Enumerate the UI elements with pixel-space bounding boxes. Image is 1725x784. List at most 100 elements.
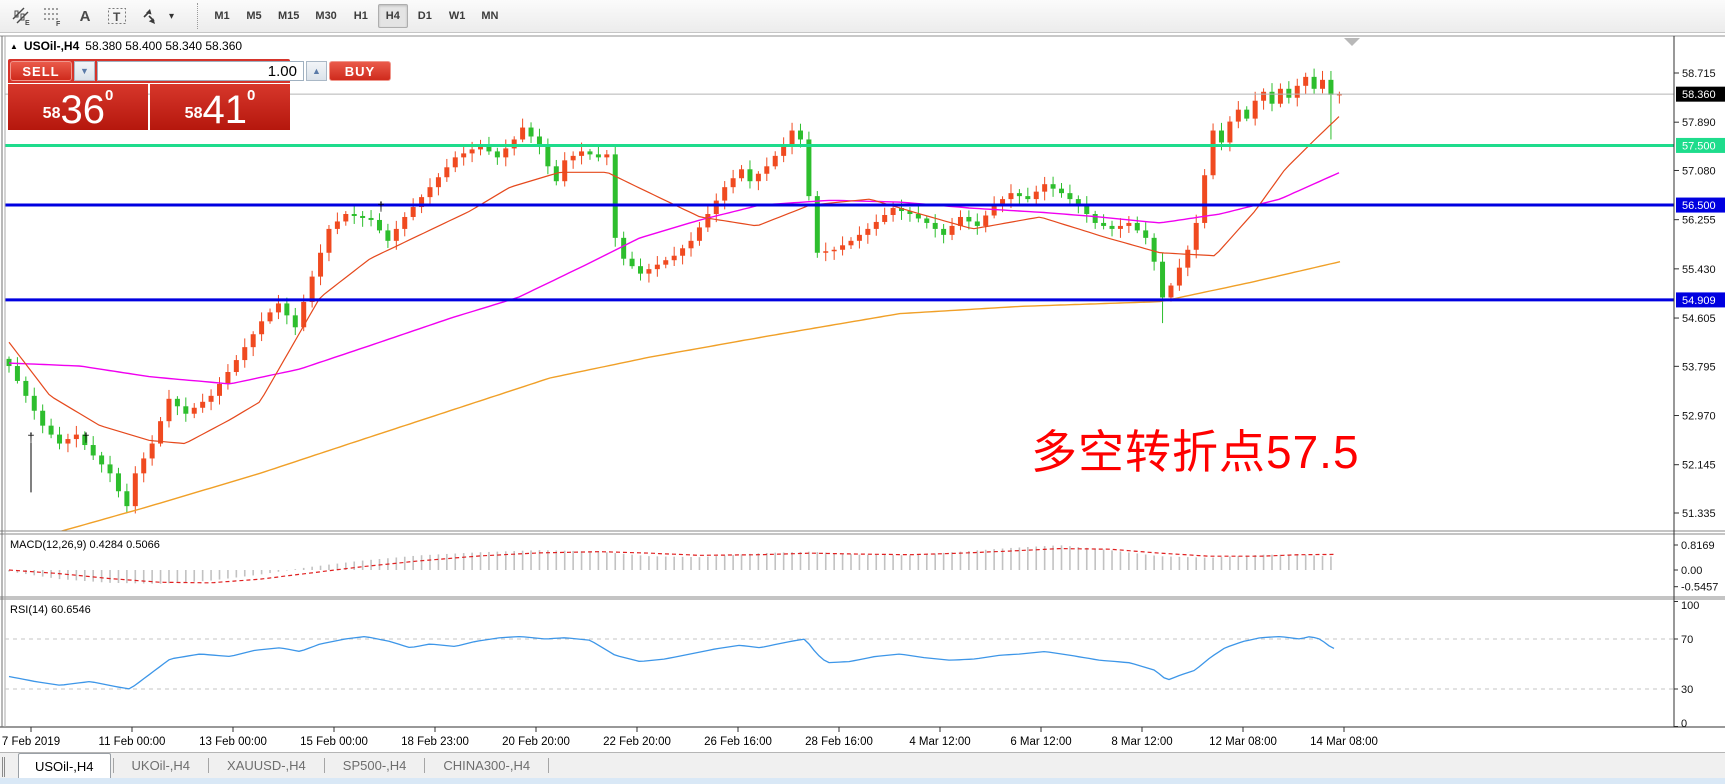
timeframe-m5[interactable]: M5: [239, 4, 269, 28]
tab-scroll-marks[interactable]: [2, 757, 12, 777]
price-axis-label: 52.970: [1682, 411, 1716, 423]
arrow-tools-icon[interactable]: [136, 3, 162, 29]
current-price-badge-label: 58.360: [1682, 89, 1716, 101]
candle-bull: [444, 167, 449, 177]
volume-input[interactable]: [97, 61, 304, 81]
candle-bear: [1059, 189, 1064, 193]
dagger-marker: †: [27, 430, 34, 445]
tab-xauusd-h4[interactable]: XAUUSD-,H4: [211, 753, 322, 778]
candle-bear: [1219, 131, 1224, 143]
chart-area[interactable]: †††58.71557.89057.08056.25555.43054.6055…: [0, 33, 1725, 752]
candle-bull: [697, 227, 702, 240]
candle-bull: [739, 169, 744, 178]
candle-bear: [32, 396, 37, 411]
candle-bear: [1135, 223, 1140, 230]
candle-bull: [1303, 77, 1308, 86]
candle-bear: [1067, 193, 1072, 199]
rsi-axis-label: 30: [1681, 684, 1693, 696]
sell-button[interactable]: SELL: [10, 61, 72, 81]
symbol-label: USOil-,H4: [24, 39, 79, 53]
candle-bull: [209, 396, 214, 402]
candle-bear: [1286, 89, 1291, 98]
tool-letter: E: [25, 20, 30, 27]
time-axis-label: 4 Mar 12:00: [909, 736, 970, 748]
fibonacci-retracement-icon[interactable]: F: [40, 3, 66, 29]
candle-bull: [714, 201, 719, 214]
tool-letter: F: [56, 21, 61, 27]
timeframe-mn[interactable]: MN: [474, 4, 505, 28]
time-axis-label: 13 Feb 00:00: [199, 736, 267, 748]
text-tool-icon[interactable]: A: [72, 3, 98, 29]
timeframe-w1[interactable]: W1: [442, 4, 473, 28]
buy-button[interactable]: BUY: [329, 61, 391, 81]
buy-price-display[interactable]: 58 41 0: [150, 84, 290, 130]
candle-bear: [49, 426, 54, 435]
candle-bull: [1034, 192, 1039, 199]
candle-bull: [335, 221, 340, 228]
equidistant-channel-icon[interactable]: E: [8, 3, 34, 29]
buy-price-whole: 58: [185, 106, 203, 122]
trade-controls-row: SELL ▼ ▲ BUY: [8, 59, 290, 83]
volume-increase-button[interactable]: ▲: [306, 61, 327, 81]
tab-ukoil-h4[interactable]: UKOil-,H4: [116, 753, 207, 778]
candle-bull: [1185, 250, 1190, 268]
time-axis-label: 28 Feb 16:00: [805, 736, 873, 748]
rsi-axis-label: 0: [1681, 718, 1687, 730]
macd-axis-label: -0.5457: [1681, 582, 1718, 594]
candle-bull: [832, 250, 837, 251]
collapse-arrow-icon[interactable]: ▲: [10, 42, 18, 51]
time-axis-label: 8 Mar 12:00: [1111, 736, 1172, 748]
candle-bull: [1177, 268, 1182, 286]
candle-bear: [924, 218, 929, 222]
candle-bull: [225, 372, 230, 384]
tab-usoil-h4[interactable]: USOil-,H4: [18, 753, 111, 778]
candle-bull: [200, 402, 205, 408]
chevron-down-icon: ▾: [169, 11, 181, 22]
candle-bull: [1126, 223, 1131, 226]
volume-decrease-button[interactable]: ▼: [74, 61, 95, 81]
candle-bear: [495, 151, 500, 157]
tab-china300-h4[interactable]: CHINA300-,H4: [427, 753, 546, 778]
candle-bull: [663, 260, 668, 264]
candle-bear: [1110, 226, 1115, 229]
time-axis-label: 15 Feb 00:00: [300, 736, 368, 748]
candle-bear: [916, 214, 921, 218]
candle-bull: [141, 458, 146, 473]
main-chart-svg[interactable]: †††58.71557.89057.08056.25555.43054.6055…: [0, 33, 1725, 752]
candle-bull: [259, 321, 264, 334]
candle-bear: [293, 315, 298, 327]
timeframe-m1[interactable]: M1: [207, 4, 237, 28]
price-axis-label: 58.715: [1682, 68, 1716, 80]
sell-price-display[interactable]: 58 36 0: [8, 84, 148, 130]
candle-bull: [773, 156, 778, 166]
price-axis-label: 57.890: [1682, 117, 1716, 129]
buy-price-point: 0: [247, 88, 255, 103]
tab-sp500-h4[interactable]: SP500-,H4: [327, 753, 423, 778]
candle-bear: [1160, 262, 1165, 298]
timeframe-m15[interactable]: M15: [271, 4, 306, 28]
candle-bear: [1152, 238, 1157, 262]
candle-bull: [1118, 226, 1123, 229]
text-label-tool-icon[interactable]: T: [104, 3, 130, 29]
tab-separator: [324, 758, 325, 773]
timeframe-h1[interactable]: H1: [346, 4, 376, 28]
candle-bull: [242, 347, 247, 360]
timeframe-h4[interactable]: H4: [378, 4, 408, 28]
candle-bull: [158, 421, 163, 443]
candle-bear: [1244, 110, 1249, 119]
arrow-tools-dropdown-icon[interactable]: ▾: [168, 3, 182, 29]
timeframe-m30[interactable]: M30: [308, 4, 343, 28]
candle-bull: [1236, 110, 1241, 122]
candle-bull: [1320, 80, 1325, 89]
one-click-trading-panel: SELL ▼ ▲ BUY 58 36 0 58 41: [8, 59, 290, 130]
candle-bull: [891, 208, 896, 215]
tabs-host: USOil-,H4UKOil-,H4XAUUSD-,H4SP500-,H4CHI…: [18, 753, 551, 778]
status-strip: [0, 778, 1725, 784]
candle-bear: [941, 229, 946, 235]
candle-bull: [428, 187, 433, 197]
timeframe-d1[interactable]: D1: [410, 4, 440, 28]
candle-bear: [23, 381, 28, 396]
candle-bull: [865, 229, 870, 235]
candle-bull: [234, 360, 239, 372]
candle-bull: [1261, 92, 1266, 101]
